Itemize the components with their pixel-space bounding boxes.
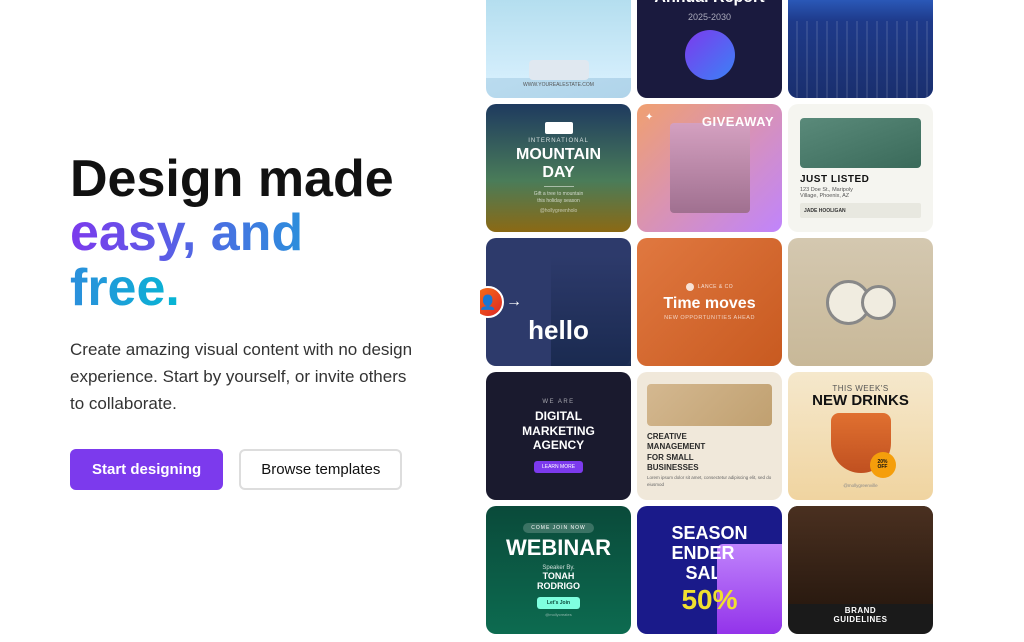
card4-international: INTERNATIONAL bbox=[528, 138, 589, 144]
city-buildings-decoration bbox=[788, 21, 933, 98]
card7-logo-row: LANCE & CO bbox=[686, 283, 733, 291]
card15-label: BrandGuidelines bbox=[834, 606, 888, 624]
card7-logo-text: LANCE & CO bbox=[698, 284, 733, 290]
card5-model-photo bbox=[670, 123, 750, 213]
card9-hello-text: hello bbox=[528, 315, 589, 346]
aerial-view-decoration bbox=[800, 118, 921, 168]
clock-2 bbox=[861, 285, 896, 320]
card10-learn-more-btn: LEARN MORE bbox=[534, 461, 583, 473]
card15-photo bbox=[788, 506, 933, 604]
card14-title: SeasonEnder bbox=[671, 524, 747, 564]
card13-handle: @mollycreates bbox=[545, 612, 572, 617]
card13-speaker-name: TONAHRODRIGO bbox=[537, 571, 580, 591]
card6-aerial-photo bbox=[800, 118, 921, 168]
card-time-moves[interactable]: LANCE & CO Time moves NEW OPPORTUNITIES … bbox=[637, 238, 782, 366]
card12-drink-visual: 20%OFF bbox=[831, 413, 891, 473]
card1-url: WWW.YOUREALESTATE.COM bbox=[496, 82, 621, 88]
card9-arrow-icon: → bbox=[506, 293, 522, 311]
card-giveaway[interactable]: ✦ GIVEAWAY bbox=[637, 104, 782, 232]
card10-title: DIGITALMARKETINGAGENCY bbox=[522, 409, 595, 452]
card-city-skyline[interactable] bbox=[788, 0, 933, 98]
card4-mountain: MOUNTAIN bbox=[516, 146, 601, 164]
headline-easy-free: easy, andfree. bbox=[70, 204, 303, 317]
card11-body: Lorem ipsum dolor sit amet, consectetur … bbox=[647, 475, 772, 488]
card6-address: 123 Doe St., MaripolyVillage, Phoenix, A… bbox=[800, 187, 853, 199]
card-brand-guidelines[interactable]: BrandGuidelines bbox=[788, 506, 933, 634]
card7-subtitle: NEW OPPORTUNITIES AHEAD bbox=[664, 315, 755, 321]
headline-design-made: Design made bbox=[70, 150, 394, 208]
cta-row: Start designing Browse templates bbox=[70, 449, 420, 490]
card-mountain-day[interactable]: INTERNATIONAL MOUNTAIN DAY Gift a tree t… bbox=[486, 104, 631, 232]
card-clocks[interactable] bbox=[788, 238, 933, 366]
card-just-listed[interactable]: JUST LISTED 123 Doe St., MaripolyVillage… bbox=[788, 104, 933, 232]
card4-day: DAY bbox=[542, 164, 574, 182]
card12-title: NEW DRINKS bbox=[812, 393, 909, 410]
headline-line1: Design made bbox=[70, 152, 420, 207]
card8-clocks-bg bbox=[788, 238, 933, 366]
card2-circle-decoration bbox=[685, 30, 735, 80]
card7-logo-dot bbox=[686, 283, 694, 291]
card4-divider bbox=[544, 186, 574, 187]
card-season-sale[interactable]: SeasonEnder Sale 50% bbox=[637, 506, 782, 634]
card5-giveaway-text: GIVEAWAY bbox=[702, 114, 774, 129]
card-new-drinks[interactable]: This Week's NEW DRINKS 20%OFF @mollygree… bbox=[788, 372, 933, 500]
card6-agent-name: JADE HOOLIGAN bbox=[804, 208, 846, 214]
browse-templates-button[interactable]: Browse templates bbox=[239, 449, 402, 490]
card4-logo bbox=[545, 122, 573, 134]
headline-gradient-block: easy, andfree. bbox=[70, 206, 420, 315]
card-digital-marketing[interactable]: WE ARE DIGITALMARKETINGAGENCY LEARN MORE bbox=[486, 372, 631, 500]
card-living-room[interactable]: · LIVING ROOM · DINING ROOM · SERVICES ·… bbox=[486, 0, 631, 98]
card9-person bbox=[551, 256, 631, 366]
card12-handle: @mollygreenville bbox=[843, 483, 877, 488]
left-panel: Design made easy, andfree. Create amazin… bbox=[0, 0, 480, 642]
card13-come-join-tag: COME JOIN NOW bbox=[523, 523, 593, 533]
card11-photo bbox=[647, 384, 772, 426]
template-collage: · LIVING ROOM · DINING ROOM · SERVICES ·… bbox=[480, 0, 1024, 634]
card2-title: Annual Report bbox=[654, 0, 764, 8]
card6-name-bar: JADE HOOLIGAN bbox=[800, 203, 921, 218]
card6-just: JUST LISTED bbox=[800, 174, 869, 185]
card4-subtitle: Gift a tree to mountainthis holiday seas… bbox=[534, 191, 583, 205]
card13-webinar-title: WEBINAR bbox=[506, 535, 611, 561]
card14-percent: 50% bbox=[681, 584, 737, 616]
card-creative-management[interactable]: CREATIVEMANAGEMENTFOR SMALLBUSINESSES Lo… bbox=[637, 372, 782, 500]
card9-avatar-bubble: 👤 bbox=[480, 286, 504, 318]
hero-description: Create amazing visual content with no de… bbox=[70, 336, 420, 418]
card12-discount-badge: 20%OFF bbox=[870, 452, 896, 478]
card-annual-report[interactable]: Annual Report 2025-2030 bbox=[637, 0, 782, 98]
card2-year: 2025-2030 bbox=[688, 12, 731, 22]
card-webinar[interactable]: COME JOIN NOW WEBINAR Speaker By. TONAHR… bbox=[486, 506, 631, 634]
right-panel: · LIVING ROOM · DINING ROOM · SERVICES ·… bbox=[480, 0, 1024, 642]
card5-star-icon: ✦ bbox=[645, 112, 653, 123]
card13-join-button[interactable]: Let's Join bbox=[537, 597, 580, 609]
card11-title: CREATIVEMANAGEMENTFOR SMALLBUSINESSES bbox=[647, 432, 705, 474]
card10-we-are: WE ARE bbox=[542, 399, 574, 405]
start-designing-button[interactable]: Start designing bbox=[70, 449, 223, 490]
card9-avatar-face: 👤 bbox=[480, 294, 497, 311]
card-hello[interactable]: 👤 → hello bbox=[486, 238, 631, 366]
card7-title: Time moves bbox=[663, 295, 755, 313]
card4-handle: @hollygreenholo bbox=[540, 208, 578, 214]
